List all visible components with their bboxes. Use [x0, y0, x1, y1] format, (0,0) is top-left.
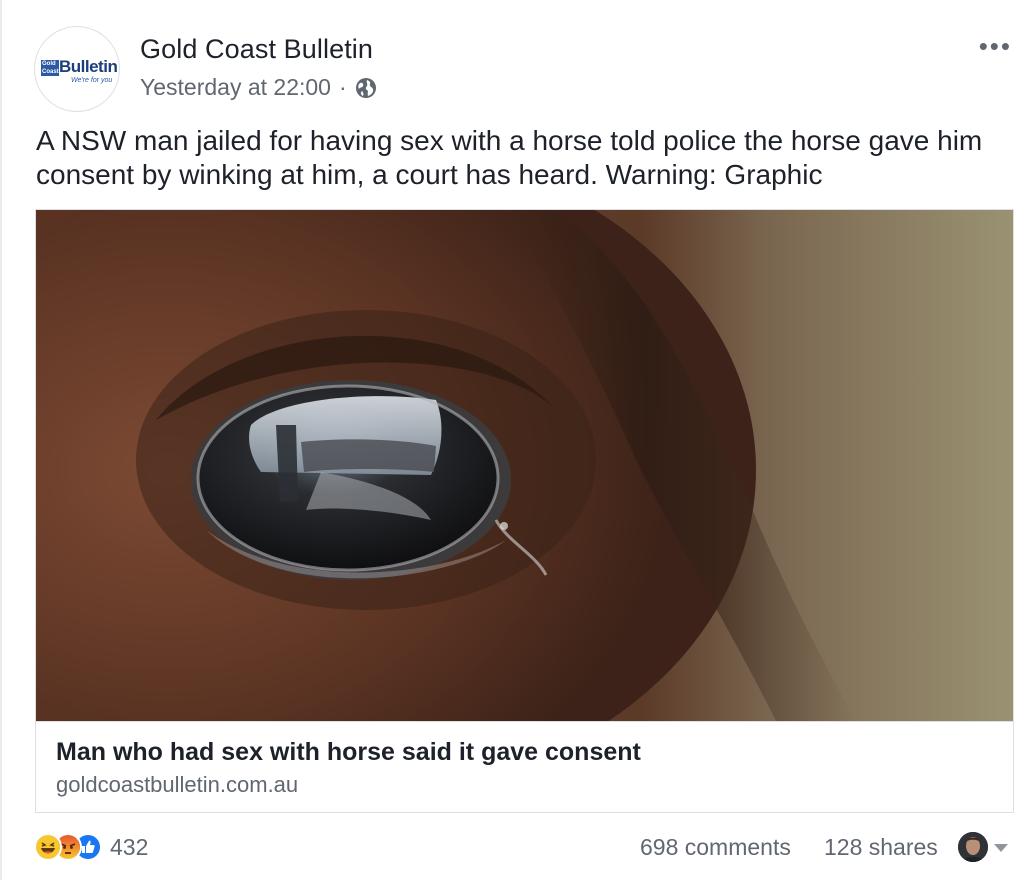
link-title[interactable]: Man who had sex with horse said it gave … — [56, 738, 641, 767]
avatar-logo-small: Gold Coast — [41, 60, 59, 76]
page-avatar[interactable]: Gold Coast Bulletin We're for you — [34, 26, 120, 112]
more-options-icon[interactable]: ••• — [979, 33, 1012, 59]
reactions-summary[interactable]: 432 — [34, 832, 148, 862]
comments-count-link[interactable]: 698 comments — [640, 834, 791, 861]
facebook-post: Gold Coast Bulletin We're for you Gold C… — [0, 0, 1024, 880]
avatar-logo-tagline: We're for you — [71, 77, 113, 84]
meta-separator: · — [338, 74, 347, 100]
post-timestamp[interactable]: Yesterday at 22:00 — [140, 74, 331, 101]
caret-down-icon[interactable] — [994, 844, 1008, 852]
shares-count-link[interactable]: 128 shares — [824, 834, 938, 861]
post-text: A NSW man jailed for having sex with a h… — [36, 125, 983, 190]
link-preview-info[interactable]: Man who had sex with horse said it gave … — [36, 721, 1013, 812]
haha-icon — [34, 833, 62, 861]
link-domain: goldcoastbulletin.com.au — [56, 772, 299, 797]
avatar-logo-word: Bulletin — [59, 57, 118, 76]
reaction-count[interactable]: 432 — [110, 834, 148, 861]
link-preview-image[interactable] — [36, 210, 1013, 721]
globe-icon[interactable] — [355, 77, 377, 99]
post-meta: Yesterday at 22:00 · — [140, 74, 377, 101]
link-preview-card[interactable]: Man who had sex with horse said it gave … — [35, 209, 1014, 813]
viewer-avatar[interactable] — [958, 832, 988, 862]
page-name-link[interactable]: Gold Coast Bulletin — [140, 34, 373, 65]
